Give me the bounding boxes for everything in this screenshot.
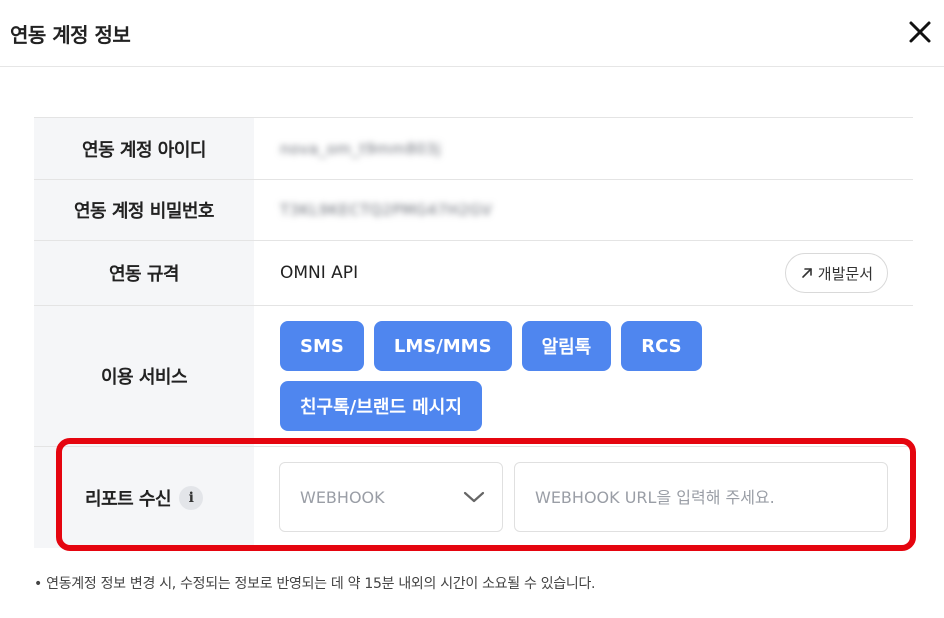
service-lms-mms-button[interactable]: LMS/MMS [373,321,512,371]
report-label: 리포트 수신 [84,488,172,510]
report-method-select[interactable]: WEBHOOK [279,462,503,532]
report-method-value: WEBHOOK [300,487,385,507]
service-friendtalk-brand-button[interactable]: 친구톡/브랜드 메시지 [280,381,482,431]
webhook-url-input[interactable] [514,462,888,532]
spec-label: 연동 규격 [34,241,254,305]
account-info-table: 연동 계정 아이디 nova_om_t9mm803j 연동 계정 비밀번호 T3… [34,117,913,548]
external-link-icon [801,268,812,278]
close-icon [909,21,931,43]
close-button[interactable] [904,16,936,48]
service-rcs-button[interactable]: RCS [621,321,702,371]
spec-value: OMNI API [280,263,359,283]
chevron-down-icon [463,491,485,503]
service-alimtalk-button[interactable]: 알림톡 [521,321,612,371]
row-report: 리포트 수신 i WEBHOOK [34,447,913,548]
dialog-title: 연동 계정 정보 [10,23,131,47]
notice-text: • 연동계정 정보 변경 시, 수정되는 정보로 반영되는 데 약 15분 내외… [34,576,596,592]
info-icon[interactable]: i [179,485,204,510]
row-services: 이용 서비스 SMS LMS/MMS 알림톡 RCS 친구톡/브랜드 메시지 [34,306,913,447]
account-id-value: nova_om_t9mm803j [280,139,441,158]
dialog-header: 연동 계정 정보 [0,0,944,67]
developer-docs-button[interactable]: 개발문서 [784,253,888,293]
row-spec: 연동 규격 OMNI API 개발문서 [34,241,913,306]
service-sms-button[interactable]: SMS [280,321,364,371]
account-password-value: T3KL9KECTQ2PMG47H2GV [280,201,493,219]
row-account-password: 연동 계정 비밀번호 T3KL9KECTQ2PMG47H2GV [34,180,913,241]
developer-docs-label: 개발문서 [817,264,873,283]
account-id-label: 연동 계정 아이디 [34,118,254,179]
services-label: 이용 서비스 [34,306,254,446]
account-password-label: 연동 계정 비밀번호 [34,180,254,240]
service-list: SMS LMS/MMS 알림톡 RCS 친구톡/브랜드 메시지 [280,305,720,447]
row-account-id: 연동 계정 아이디 nova_om_t9mm803j [34,118,913,180]
